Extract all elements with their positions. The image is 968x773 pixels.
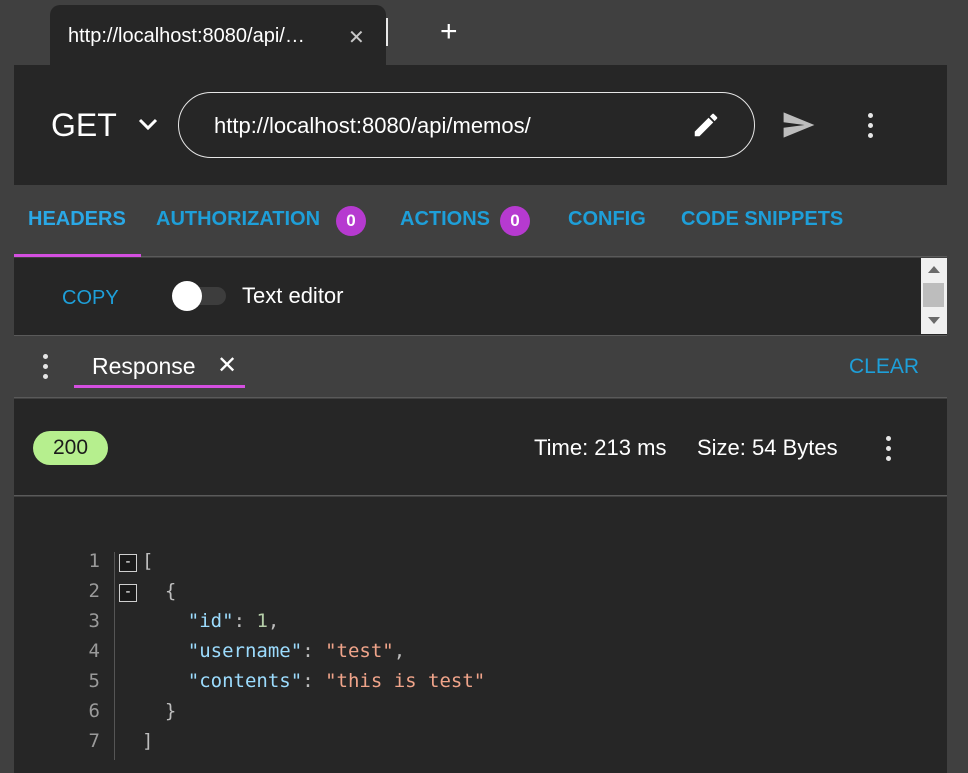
copy-button[interactable]: COPY [62,287,119,310]
code-token: ] [142,730,154,752]
code-line: 7] [14,730,947,760]
code-line: 2 - { [14,580,947,610]
method-label[interactable]: GET [51,107,117,144]
toggle-knob [172,281,202,311]
chevron-down-icon[interactable] [137,117,159,136]
code-token: 1 [256,610,268,632]
code-token: , [267,610,280,632]
code-token: } [164,700,177,722]
code-token: : [302,640,326,662]
request-bar: GET http://localhost:8080/api/memos/ [14,65,947,185]
fold-toggle-icon[interactable]: - [119,584,137,602]
url-text[interactable]: http://localhost:8080/api/memos/ [214,113,531,139]
tab-code-snippets[interactable]: CODE SNIPPETS [681,208,843,231]
request-tabs: HEADERS AUTHORIZATION 0 ACTIONS 0 CONFIG… [14,185,947,257]
browser-tab-strip: http://localhost:8080/api/… ✕ + [0,0,968,65]
panel-menu-icon[interactable] [43,354,49,380]
headers-panel: COPY Text editor [14,258,947,336]
line-number: 1 [88,550,100,572]
code-line: 5 "contents": "this is test" [14,670,947,700]
code-token: "this is test" [325,670,486,692]
code-text: } [165,700,176,722]
line-number: 3 [88,610,100,632]
active-tab-indicator [14,254,141,257]
browser-tab-title: http://localhost:8080/api/… [68,25,305,47]
close-tab-icon[interactable]: ✕ [348,25,365,50]
code-line: 4 "username": "test", [14,640,947,670]
code-token: { [164,580,177,602]
code-line: 3 "id": 1, [14,610,947,640]
browser-tab[interactable]: http://localhost:8080/api/… ✕ [50,5,386,65]
scrollbar-thumb[interactable] [923,283,944,307]
line-number: 4 [88,640,100,662]
url-input[interactable]: http://localhost:8080/api/memos/ [178,92,755,158]
pencil-icon[interactable] [691,110,721,145]
tab-response[interactable]: Response [92,353,196,380]
code-token: "username" [187,640,303,662]
code-line: 6} [14,700,947,730]
line-number: 7 [88,730,100,752]
code-token: "test" [325,640,394,662]
code-text: { [165,580,176,602]
authorization-count-badge: 0 [336,206,366,236]
code-text: [ [142,550,153,572]
status-badge: 200 [33,431,108,465]
response-size: Size: 54 Bytes [697,435,838,460]
response-status-row: 200 Time: 213 ms Size: 54 Bytes [14,399,947,496]
close-response-icon[interactable]: ✕ [217,351,237,380]
response-time: Time: 213 ms [534,435,667,460]
send-icon[interactable] [782,111,816,144]
tab-headers[interactable]: HEADERS [28,208,126,231]
text-editor-label: Text editor [242,283,344,308]
line-number: 5 [88,670,100,692]
fold-toggle-icon[interactable]: - [119,554,137,572]
line-number: 6 [88,700,100,722]
request-menu-icon[interactable] [868,113,874,139]
response-menu-icon[interactable] [886,436,892,462]
code-token: : [233,610,257,632]
text-editor-toggle[interactable] [172,281,228,311]
tab-authorization[interactable]: AUTHORIZATION [156,208,320,231]
scroll-down-icon[interactable] [928,317,940,324]
code-line: 1 -[ [14,550,947,580]
code-token: : [302,670,326,692]
scrollbar[interactable] [921,258,947,334]
response-body[interactable]: 1 -[2 - {3 "id": 1, 4 "username": "test", 5 "con… [14,497,947,773]
code-text: "id": 1, [188,610,280,632]
scroll-up-icon[interactable] [928,266,940,273]
code-text: ] [142,730,153,752]
response-tab-row: Response ✕ CLEAR [14,336,947,398]
actions-count-badge: 0 [500,206,530,236]
tab-config[interactable]: CONFIG [568,208,646,231]
response-tab-indicator [74,385,245,388]
tab-separator [386,18,388,46]
code-token: "contents" [187,670,303,692]
tab-actions[interactable]: ACTIONS [400,208,490,231]
code-text: "username": "test", [188,640,405,662]
new-tab-icon[interactable]: + [440,17,458,47]
code-token: [ [142,550,154,572]
code-text: "contents": "this is test" [188,670,485,692]
code-token: "id" [187,610,234,632]
code-token: , [393,640,406,662]
line-number: 2 [88,580,100,602]
clear-button[interactable]: CLEAR [849,355,919,379]
